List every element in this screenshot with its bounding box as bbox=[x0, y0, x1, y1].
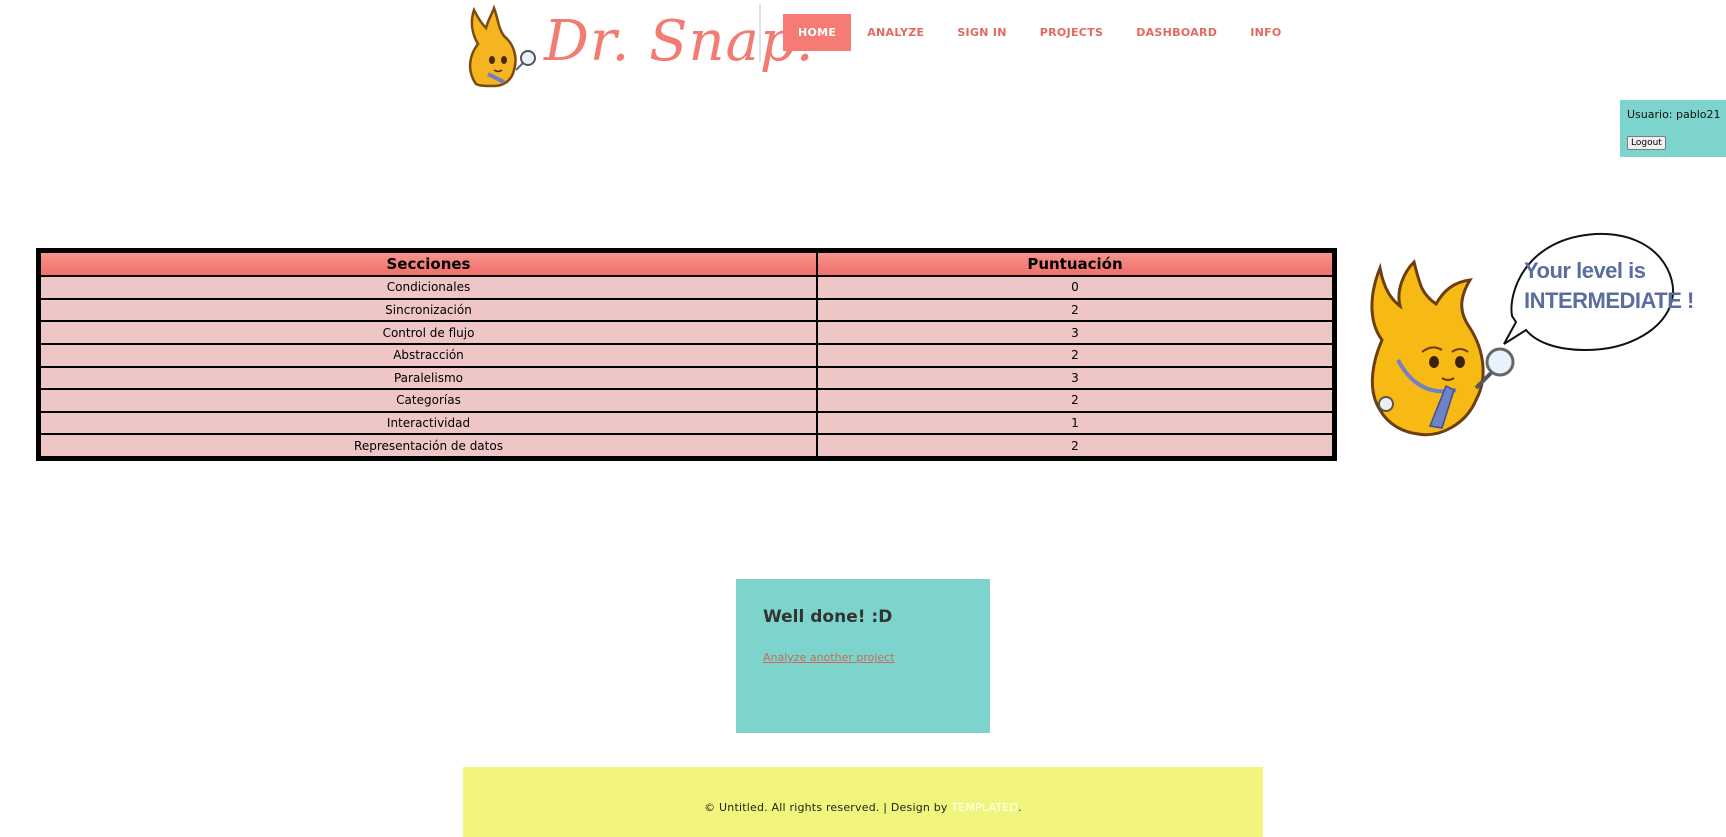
section-cell: Condicionales bbox=[41, 277, 816, 298]
table-row: Sincronización 2 bbox=[41, 299, 1332, 321]
score-cell: 3 bbox=[818, 322, 1332, 343]
table-header-row: Secciones Puntuación bbox=[41, 253, 1332, 275]
section-cell: Sincronización bbox=[41, 299, 816, 321]
section-cell: Categorías bbox=[41, 390, 816, 411]
logo-text: Dr. Snap! bbox=[544, 9, 821, 74]
nav-analyze[interactable]: ANALYZE bbox=[854, 14, 937, 51]
logout-button[interactable]: Logout bbox=[1627, 136, 1666, 150]
footer-copyright-text: © Untitled. All rights reserved. | Desig… bbox=[704, 801, 952, 814]
main-nav: HOME ANALYZE SIGN IN PROJECTS DASHBOARD … bbox=[783, 14, 1302, 51]
result-title: Well done! :D bbox=[763, 607, 893, 627]
nav-home[interactable]: HOME bbox=[783, 14, 852, 51]
templated-link[interactable]: TEMPLATED bbox=[951, 801, 1018, 814]
table-row: Control de flujo 3 bbox=[41, 322, 1332, 343]
score-cell: 2 bbox=[818, 435, 1332, 456]
site-logo[interactable]: Dr. Snap! bbox=[464, 4, 819, 90]
score-cell: 2 bbox=[818, 299, 1332, 321]
table-row: Representación de datos 2 bbox=[41, 435, 1332, 456]
result-panel: Well done! :D Analyze another project bbox=[736, 579, 990, 733]
level-message: Your level is INTERMEDIATE ! bbox=[1524, 256, 1694, 316]
table-row: Categorías 2 bbox=[41, 390, 1332, 411]
user-panel: Usuario: pablo21 Logout bbox=[1620, 100, 1726, 157]
score-cell: 0 bbox=[818, 277, 1332, 298]
column-header-score: Puntuación bbox=[818, 253, 1332, 275]
table-row: Condicionales 0 bbox=[41, 277, 1332, 298]
section-cell: Paralelismo bbox=[41, 367, 816, 389]
nav-info[interactable]: INFO bbox=[1237, 14, 1294, 51]
footer: © Untitled. All rights reserved. | Desig… bbox=[463, 767, 1263, 837]
section-cell: Interactividad bbox=[41, 412, 816, 434]
level-message-line2: INTERMEDIATE ! bbox=[1524, 288, 1694, 313]
level-mascot: Your level is INTERMEDIATE ! bbox=[1360, 228, 1694, 448]
nav-dashboard[interactable]: DASHBOARD bbox=[1123, 14, 1230, 51]
level-message-line1: Your level is bbox=[1524, 258, 1646, 283]
column-header-sections: Secciones bbox=[41, 253, 816, 275]
score-cell: 2 bbox=[818, 390, 1332, 411]
score-cell: 1 bbox=[818, 412, 1332, 434]
section-cell: Control de flujo bbox=[41, 322, 816, 343]
page: Dr. Snap! HOME ANALYZE SIGN IN PROJECTS … bbox=[0, 0, 1726, 837]
table-row: Interactividad 1 bbox=[41, 412, 1332, 434]
analyze-another-link[interactable]: Analyze another project bbox=[763, 651, 895, 664]
footer-period: . bbox=[1018, 801, 1022, 814]
table-row: Paralelismo 3 bbox=[41, 367, 1332, 389]
nav-projects[interactable]: PROJECTS bbox=[1027, 14, 1116, 51]
table-row: Abstracción 2 bbox=[41, 344, 1332, 366]
flame-mascot-logo-icon bbox=[468, 4, 536, 88]
section-cell: Abstracción bbox=[41, 344, 816, 366]
username-label: Usuario: pablo21 bbox=[1627, 108, 1721, 121]
section-cell: Representación de datos bbox=[41, 435, 816, 456]
header-divider bbox=[759, 4, 761, 62]
footer-copyright: © Untitled. All rights reserved. | Desig… bbox=[463, 801, 1263, 814]
scores-table: Secciones Puntuación Condicionales 0 Sin… bbox=[36, 248, 1337, 461]
score-cell: 3 bbox=[818, 367, 1332, 389]
score-cell: 2 bbox=[818, 344, 1332, 366]
nav-sign-in[interactable]: SIGN IN bbox=[944, 14, 1019, 51]
